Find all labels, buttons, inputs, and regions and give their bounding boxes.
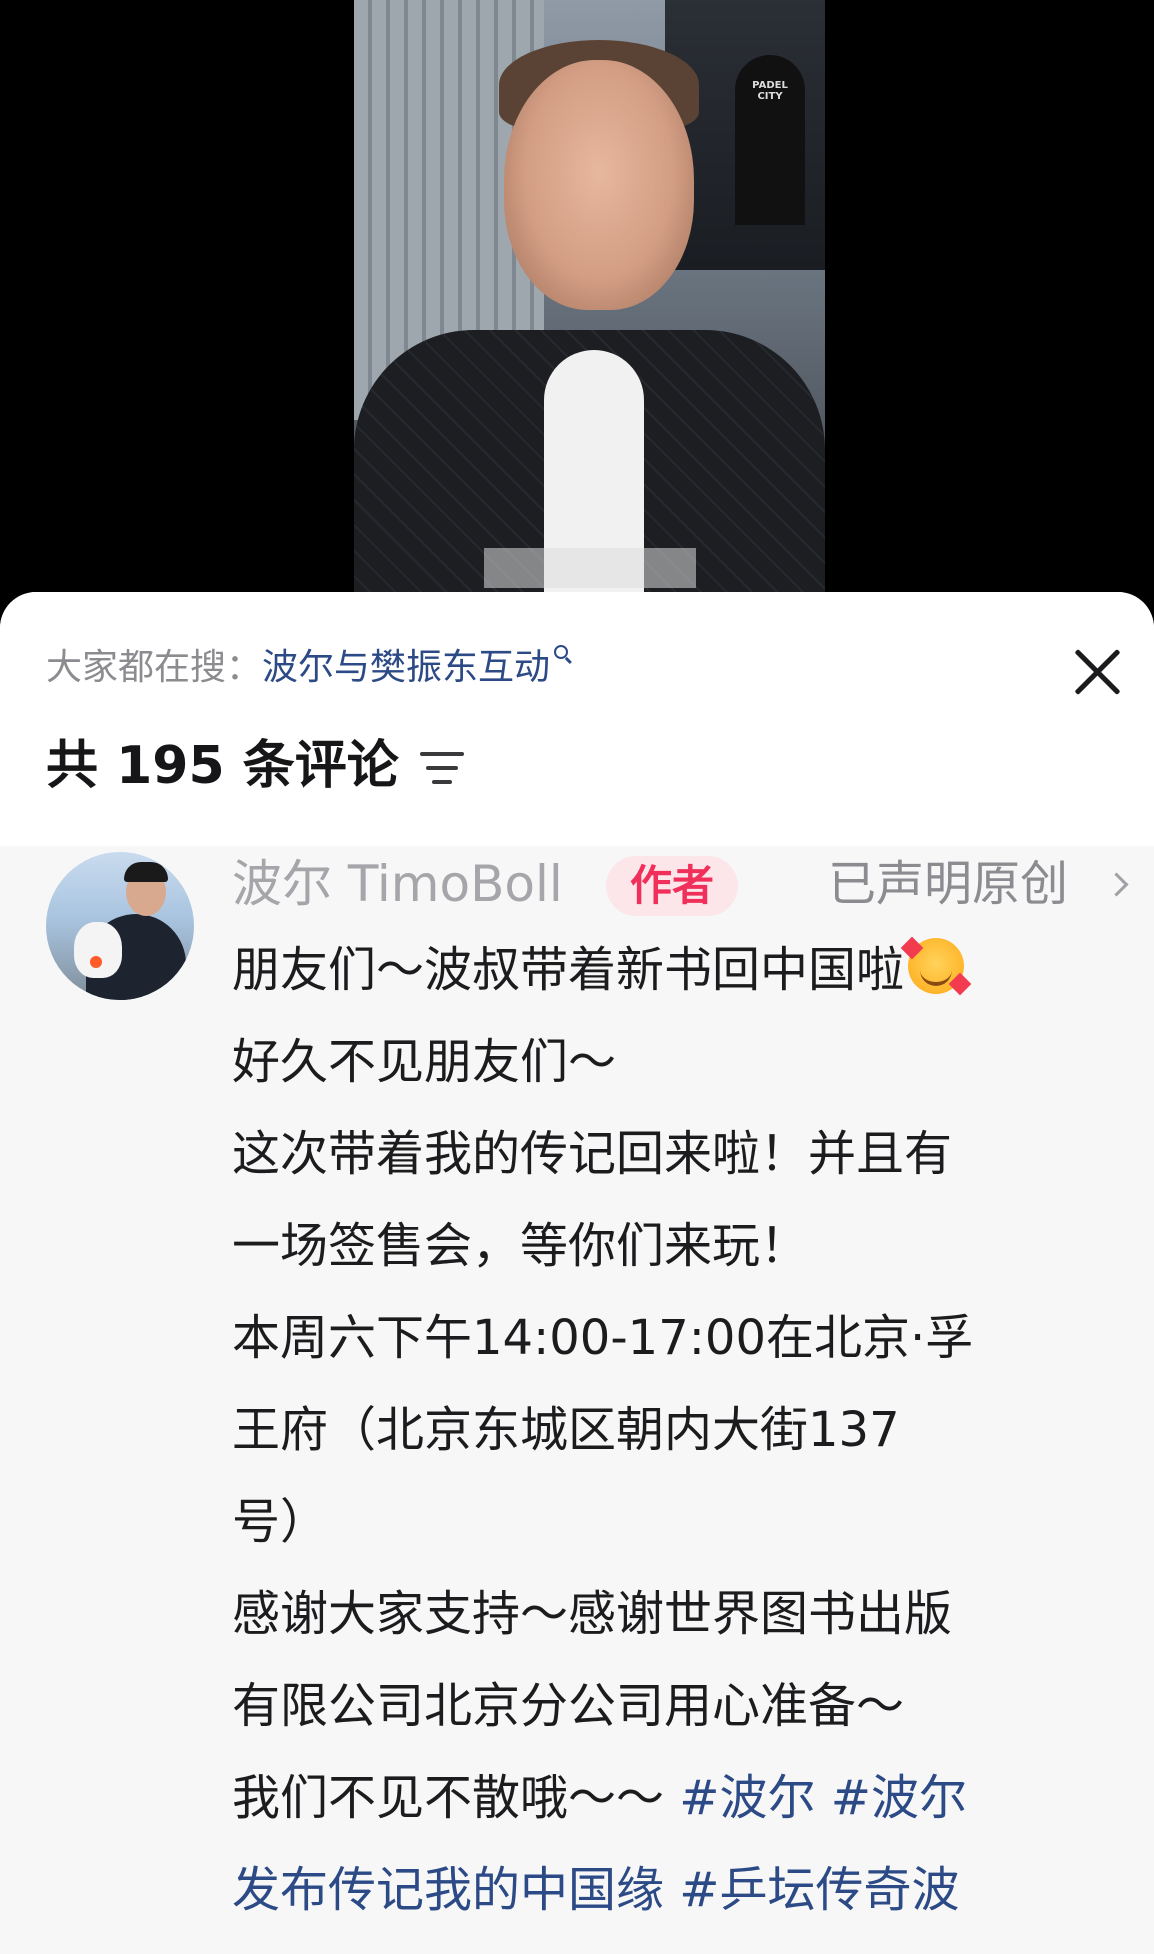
comment-line: 发布传记我的中国缘 #乒坛传奇波 (232, 1844, 1132, 1936)
video-player[interactable]: PADEL CITY (0, 0, 1154, 600)
comment-line: 本周六下午14:00-17:00在北京·孚 (232, 1310, 974, 1366)
comment-line: 好久不见朋友们～ (232, 1034, 617, 1090)
avatar[interactable] (46, 852, 194, 1000)
hashtag-link[interactable]: 发布传记我的中国缘 (232, 1862, 664, 1918)
trending-search-link[interactable]: 波尔与樊振东互动 (262, 647, 550, 688)
video-person-face (504, 60, 694, 310)
comment-header: 波尔 TimoBoll 作者 已声明原创 (232, 846, 1132, 918)
comment-line: 朋友们～波叔带着新书回中国啦 (232, 924, 1132, 1016)
hashtag-link[interactable]: #波尔 (679, 1770, 815, 1826)
video-frame[interactable]: PADEL CITY (354, 0, 825, 592)
sort-icon[interactable] (420, 748, 466, 788)
hashtag-link[interactable]: #波尔 (831, 1770, 967, 1826)
trending-search-prefix: 大家都在搜： (46, 647, 263, 688)
comment-line: 我们不见不散哦～～ #波尔 #波尔 (232, 1770, 967, 1826)
search-icon (554, 645, 569, 659)
comment-line: 号） (232, 1494, 329, 1550)
comment-sheet: 大家都在搜：波尔与樊振东互动 共 195 条评论 波尔 TimoBoll 作者 … (0, 592, 1154, 1954)
comment-line: 有限公司北京分公司用心准备～ (232, 1678, 905, 1734)
comment-line: 感谢大家支持～感谢世界图书出版 (232, 1586, 953, 1642)
chevron-right-icon[interactable] (1104, 872, 1129, 897)
video-banner-text: PADEL CITY (752, 80, 788, 102)
comment-text: 朋友们～波叔带着新书回中国啦 好久不见朋友们～ 这次带着我的传记回来啦！并且有 … (232, 924, 1132, 1936)
video-subtitle-blur (484, 548, 696, 588)
comment-line: 这次带着我的传记回来啦！并且有 (232, 1126, 953, 1182)
comment-line: 王府（北京东城区朝内大街137 (232, 1402, 900, 1458)
close-icon[interactable] (1068, 642, 1128, 702)
author-badge: 作者 (606, 856, 738, 916)
comment-item: 波尔 TimoBoll 作者 已声明原创 朋友们～波叔带着新书回中国啦 好久不见… (0, 846, 1154, 1954)
comment-count-title: 共 195 条评论 (46, 736, 399, 796)
original-declared-link[interactable]: 已声明原创 (828, 854, 1068, 914)
hashtag-link[interactable]: #乒坛传奇波 (679, 1862, 959, 1918)
trending-search-hint[interactable]: 大家都在搜：波尔与樊振东互动 (46, 644, 569, 692)
smiling-face-with-hearts-icon (900, 936, 972, 996)
comment-sheet-header: 大家都在搜：波尔与樊振东互动 共 195 条评论 (0, 592, 1154, 846)
comment-line: 一场签售会，等你们来玩！ (232, 1218, 809, 1274)
comment-username[interactable]: 波尔 TimoBoll (232, 854, 563, 914)
